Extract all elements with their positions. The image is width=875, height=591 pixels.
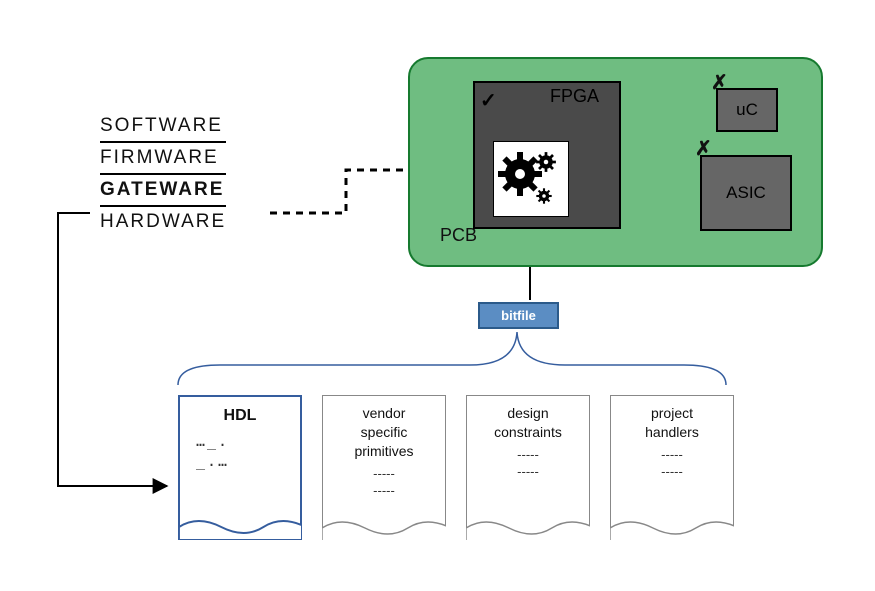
stack-gateware: GATEWARE (100, 176, 226, 204)
check-icon: ✓ (480, 88, 497, 113)
card-project-handlers: project handlers ----- ----- (610, 395, 734, 540)
uc-label: uC (736, 100, 758, 120)
bitfile-node: bitfile (478, 302, 559, 329)
card-body: …_. _.… (186, 431, 294, 472)
pcb-label: PCB (440, 225, 477, 246)
cross-icon-asic: ✗ (695, 136, 712, 161)
stack-hardware: HARDWARE (100, 208, 226, 236)
diagram-stage: SOFTWARE FIRMWARE GATEWARE HARDWARE PCB … (0, 0, 875, 591)
card-title: HDL (186, 405, 294, 427)
card-hdl: HDL …_. _.… (178, 395, 302, 540)
card-vendor-primitives: vendor specific primitives ----- ----- (322, 395, 446, 540)
card-body: ----- ----- (473, 446, 583, 481)
card-title: design constraints (473, 404, 583, 442)
fpga-label: FPGA (550, 86, 599, 107)
card-design-constraints: design constraints ----- ----- (466, 395, 590, 540)
card-title: project handlers (617, 404, 727, 442)
asic-chip: ASIC (700, 155, 792, 231)
gears-icon (493, 141, 569, 217)
cross-icon-uc: ✗ (711, 70, 728, 95)
card-body: ----- ----- (617, 446, 727, 481)
asic-label: ASIC (726, 183, 766, 203)
card-title: vendor specific primitives (329, 404, 439, 461)
ware-stack: SOFTWARE FIRMWARE GATEWARE HARDWARE (100, 112, 226, 236)
stack-software: SOFTWARE (100, 112, 226, 140)
stack-firmware: FIRMWARE (100, 144, 226, 172)
card-body: ----- ----- (329, 465, 439, 500)
